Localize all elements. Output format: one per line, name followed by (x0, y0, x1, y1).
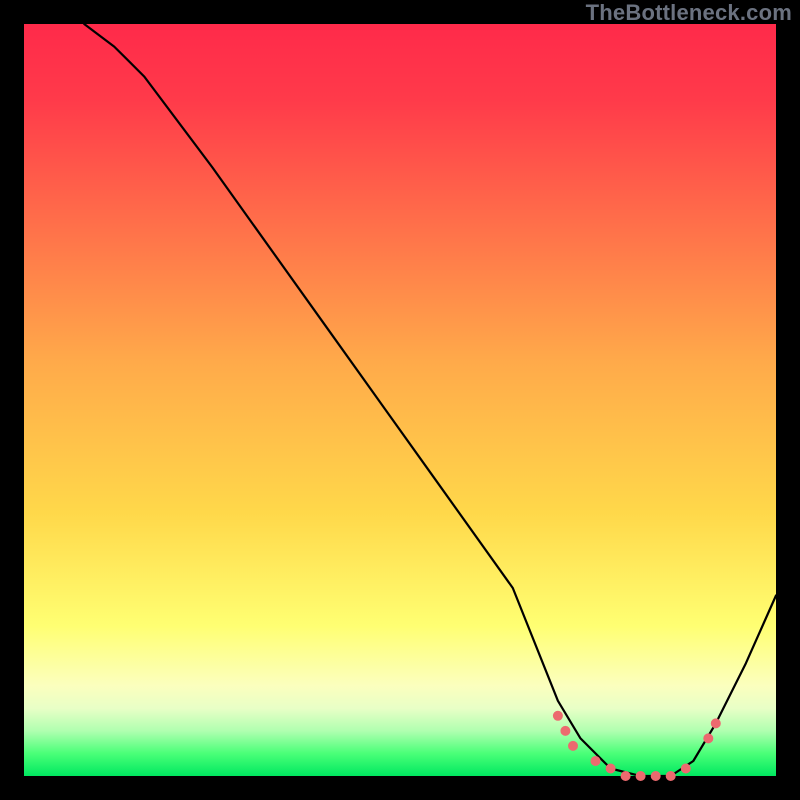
valley-marker-point (703, 733, 713, 743)
valley-marker-point (621, 771, 631, 781)
valley-marker-point (606, 764, 616, 774)
valley-marker-point (711, 718, 721, 728)
curve-layer (24, 24, 776, 776)
valley-marker-point (681, 764, 691, 774)
watermark-text: TheBottleneck.com (586, 0, 792, 26)
valley-marker-point (666, 771, 676, 781)
plot-area (24, 24, 776, 776)
valley-marker-point (591, 756, 601, 766)
valley-marker-point (553, 711, 563, 721)
valley-marker-point (560, 726, 570, 736)
valley-markers (553, 711, 721, 781)
valley-marker-point (568, 741, 578, 751)
valley-marker-point (651, 771, 661, 781)
valley-marker-point (636, 771, 646, 781)
bottleneck-curve (84, 24, 776, 776)
chart-container: TheBottleneck.com (0, 0, 800, 800)
